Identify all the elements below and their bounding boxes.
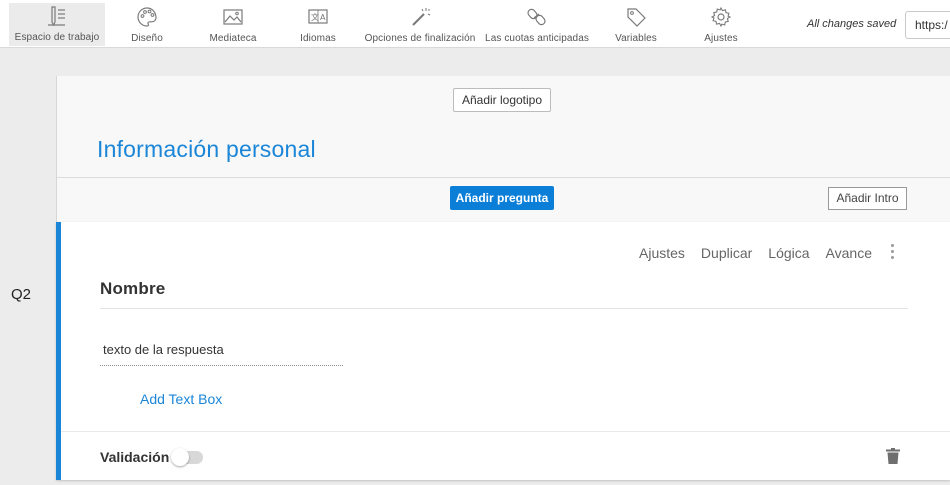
tool-media-library[interactable]: Mediateca [200, 4, 266, 46]
question-actions: Ajustes Duplicar Lógica Avance [639, 245, 872, 261]
divider [61, 431, 950, 432]
validation-label: Validación [100, 449, 170, 465]
divider [100, 308, 908, 309]
block-header: Añadir logotipo Información personal Aña… [56, 76, 950, 222]
save-status: All changes saved [807, 18, 897, 30]
tool-label: Diseño [131, 33, 163, 44]
validation-toggle[interactable] [171, 448, 203, 466]
svg-text:文: 文 [311, 12, 319, 22]
add-logo-button[interactable]: Añadir logotipo [453, 88, 551, 112]
tool-settings[interactable]: Ajustes [700, 4, 742, 46]
divider [57, 177, 950, 178]
tool-label: Ajustes [704, 33, 738, 44]
tag-icon [627, 8, 646, 27]
add-question-button[interactable]: Añadir pregunta [450, 186, 554, 210]
tool-design[interactable]: Diseño [118, 4, 176, 46]
tool-workspace[interactable]: Espacio de trabajo [9, 3, 105, 46]
add-intro-button[interactable]: Añadir Intro [828, 187, 907, 210]
question-settings-link[interactable]: Ajustes [639, 245, 685, 261]
add-text-box-link[interactable]: Add Text Box [140, 391, 222, 407]
tool-quotas[interactable]: Las cuotas anticipadas [482, 4, 592, 46]
tool-languages[interactable]: 文 A Idiomas [290, 4, 346, 46]
magic-wand-icon [412, 8, 431, 26]
block-title[interactable]: Información personal [97, 136, 316, 163]
link-chain-icon [527, 8, 546, 26]
palette-icon [137, 7, 157, 27]
logic-link[interactable]: Lógica [768, 245, 809, 261]
tool-label: Variables [615, 33, 657, 44]
survey-url-field[interactable]: https:/ [905, 11, 950, 39]
top-toolbar: Espacio de trabajo Diseño Mediateca 文 A … [0, 0, 950, 48]
tool-label: Las cuotas anticipadas [485, 33, 589, 44]
pencil-document-icon [48, 6, 65, 27]
svg-text:A: A [320, 13, 326, 22]
question-title[interactable]: Nombre [100, 279, 165, 299]
tool-label: Idiomas [300, 33, 336, 44]
more-vertical-icon[interactable] [887, 244, 897, 264]
tool-label: Espacio de trabajo [14, 32, 100, 43]
question-number: Q2 [11, 286, 32, 303]
tool-label: Mediateca [209, 33, 257, 44]
trash-icon[interactable] [886, 448, 900, 464]
question-card[interactable]: Ajustes Duplicar Lógica Avance Nombre te… [56, 222, 950, 480]
tool-variables[interactable]: Variables [610, 4, 662, 46]
duplicate-link[interactable]: Duplicar [701, 245, 752, 261]
advance-link[interactable]: Avance [826, 245, 872, 261]
toggle-knob [171, 448, 189, 466]
translate-icon: 文 A [308, 9, 328, 24]
answer-text-field[interactable]: texto de la respuesta [100, 339, 343, 366]
tool-label: Opciones de finalización [364, 33, 476, 44]
gear-icon [710, 6, 732, 28]
image-icon [223, 9, 243, 25]
tool-end-options[interactable]: Opciones de finalización [363, 4, 477, 46]
